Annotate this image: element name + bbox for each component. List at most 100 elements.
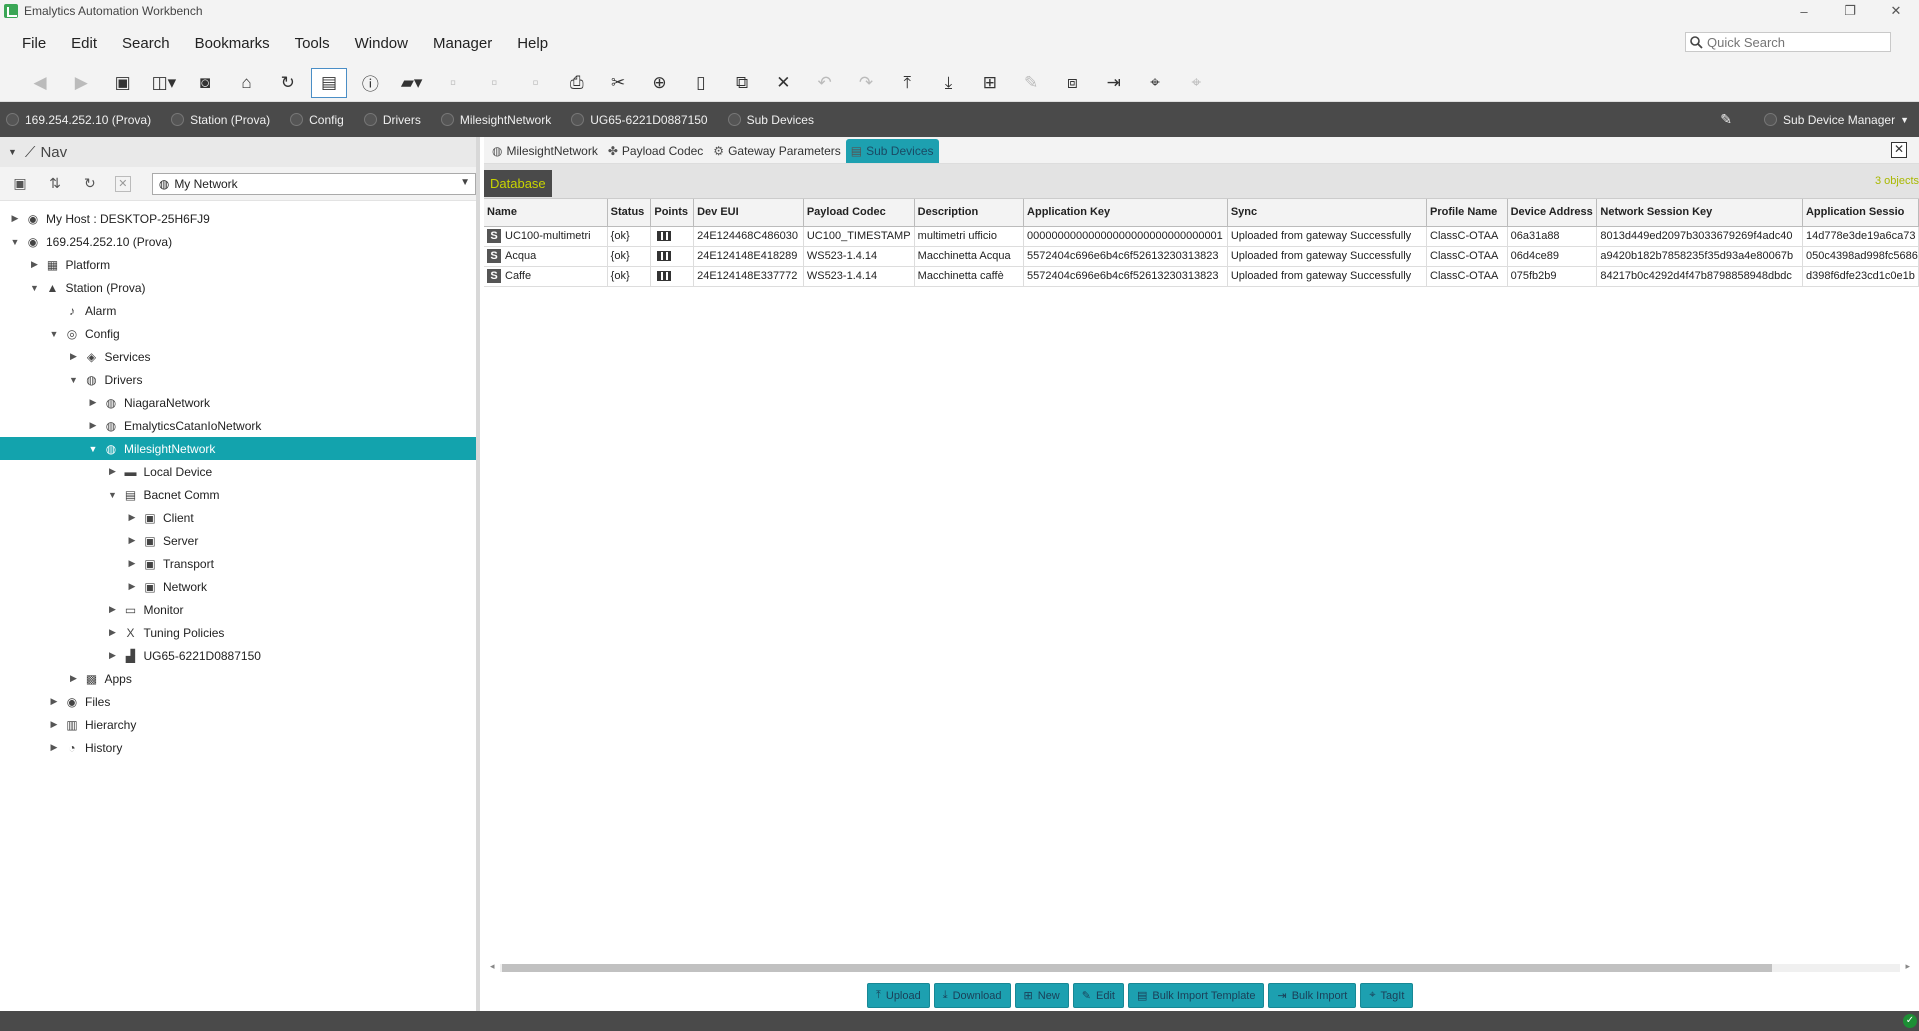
tree-node[interactable]: ▶ ▥ Hierarchy <box>0 713 476 736</box>
tree-node[interactable]: ▼ ◍ Drivers <box>0 368 476 391</box>
tree-node[interactable]: ▶ ◉ My Host : DESKTOP-25H6FJ9 <box>0 207 476 230</box>
scroll-left-icon[interactable]: ◂ <box>490 961 495 972</box>
upload-icon[interactable]: ⤒ <box>889 68 925 98</box>
duplicate-icon[interactable]: ⧉ <box>724 68 760 98</box>
table-row[interactable]: S Acqua {ok} 24E124148E418289 WS523-1.4.14 Ma… <box>484 246 1919 267</box>
tab-payload-codec[interactable]: ✤ Payload Codec <box>603 139 708 163</box>
tree-node[interactable]: ▼ ▲ Station (Prova) <box>0 276 476 299</box>
expand-triangle-closed-icon[interactable]: ▶ <box>106 650 120 661</box>
tree-node[interactable]: ▼ ▤ Bacnet Comm <box>0 483 476 506</box>
menu-bookmarks[interactable]: Bookmarks <box>195 35 270 52</box>
refresh-tree-icon[interactable]: ↻ <box>80 174 100 194</box>
back-icon[interactable]: ◀ <box>22 68 58 98</box>
redo-icon[interactable]: ↷ <box>848 68 884 98</box>
quick-search-input[interactable] <box>1707 34 1887 50</box>
col-description[interactable]: Description <box>914 199 1025 227</box>
save-all-icon[interactable]: ▫ <box>476 68 512 98</box>
tree-node[interactable]: ▶ ▟ UG65-6221D0887150 <box>0 644 476 667</box>
upload-button[interactable]: ⤒ Upload <box>867 983 930 1008</box>
menu-file[interactable]: File <box>22 35 46 52</box>
expand-triangle-open-icon[interactable]: ▼ <box>28 283 42 293</box>
tree-node[interactable]: ▶ ▣ Network <box>0 575 476 598</box>
home-icon[interactable]: ⌂ <box>228 68 264 98</box>
expand-triangle-closed-icon[interactable]: ▶ <box>86 397 100 408</box>
nav-root-select[interactable]: ◍ My Network ▼ <box>151 172 477 195</box>
tree-node[interactable]: ▶ ◔ History <box>0 736 476 759</box>
tree-node[interactable]: ▶ ▬ Local Device <box>0 460 476 483</box>
menu-edit[interactable]: Edit <box>71 35 97 52</box>
menu-manager[interactable]: Manager <box>433 35 492 52</box>
tree-node[interactable]: ▶ ◍ EmalyticsCatanIoNetwork <box>0 414 476 437</box>
save-icon[interactable]: ▫ <box>435 68 471 98</box>
crumb-sub-devices[interactable]: Sub Devices <box>727 113 814 127</box>
close-nav-icon[interactable]: ✕ <box>114 175 131 192</box>
expand-triangle-closed-icon[interactable]: ▶ <box>47 696 61 707</box>
tagit-button[interactable]: ⌖ TagIt <box>1360 983 1414 1008</box>
paste-icon[interactable]: ▯ <box>683 68 719 98</box>
table-row[interactable]: S Caffe {ok} 24E124148E337772 WS523-1.4.14 Ma… <box>484 266 1919 287</box>
horizontal-scrollbar[interactable]: ◂ ▸ <box>490 961 1910 974</box>
tree-node[interactable]: ▶ ▦ Platform <box>0 253 476 276</box>
expand-triangle-closed-icon[interactable]: ▶ <box>28 259 42 270</box>
col-sync[interactable]: Sync <box>1227 199 1428 227</box>
expand-triangle-open-icon[interactable]: ▼ <box>8 237 22 247</box>
tab-milesight-network[interactable]: ◍ MilesightNetwork <box>487 139 603 163</box>
console-icon[interactable]: ◙ <box>187 68 223 98</box>
menu-help[interactable]: Help <box>517 35 548 52</box>
points-folder-icon[interactable] <box>657 231 672 242</box>
bulk-import-button[interactable]: ⇥ Bulk Import <box>1268 983 1357 1008</box>
download-button[interactable]: ⤓ Download <box>933 983 1011 1008</box>
export-icon[interactable]: ⎙ <box>559 68 595 98</box>
scroll-thumb[interactable] <box>502 964 1772 972</box>
col-device-address[interactable]: Device Address <box>1507 199 1598 227</box>
tab-sub-devices[interactable]: ▤ Sub Devices <box>845 139 939 163</box>
menu-window[interactable]: Window <box>355 35 408 52</box>
col-name[interactable]: Name <box>484 199 608 227</box>
collapse-icon[interactable]: ▼ <box>8 147 17 157</box>
pencil-icon[interactable]: ✎ <box>1720 111 1732 128</box>
login-icon[interactable]: ⇥ <box>1096 68 1132 98</box>
tree-node[interactable]: ▶ ▣ Transport <box>0 552 476 575</box>
tree-node[interactable]: ▼ ◍ MilesightNetwork <box>0 437 476 460</box>
expand-triangle-closed-icon[interactable]: ▶ <box>125 581 139 592</box>
tag-manager-icon[interactable]: ⌖ <box>1178 68 1214 98</box>
col-application-session-key[interactable]: Application Sessio <box>1802 199 1919 227</box>
expand-triangle-closed-icon[interactable]: ▶ <box>106 466 120 477</box>
expand-triangle-closed-icon[interactable]: ▶ <box>47 742 61 753</box>
tree-node[interactable]: ▶ ▣ Server <box>0 529 476 552</box>
cut-icon[interactable]: ✂ <box>600 68 636 98</box>
new-button[interactable]: ⊞ New <box>1014 983 1069 1008</box>
col-payload-codec[interactable]: Payload Codec <box>803 199 915 227</box>
quick-search-box[interactable] <box>1685 32 1891 52</box>
tree-node[interactable]: ▶ ◈ Services <box>0 345 476 368</box>
crumb-milesight-network[interactable]: MilesightNetwork <box>440 113 551 127</box>
col-network-session-key[interactable]: Network Session Key <box>1596 199 1803 227</box>
expand-triangle-closed-icon[interactable]: ▶ <box>67 351 81 362</box>
refresh-icon[interactable]: ↻ <box>270 68 306 98</box>
new-tab-icon[interactable]: ▣ <box>10 174 30 194</box>
crumb-drivers[interactable]: Drivers <box>363 113 421 127</box>
tree-node[interactable]: ▼ ◎ Config <box>0 322 476 345</box>
windows-icon[interactable]: ⧈ <box>1054 68 1090 98</box>
edit-button[interactable]: ✎ Edit <box>1072 983 1124 1008</box>
crumb-config[interactable]: Config <box>290 113 344 127</box>
view-selector[interactable]: ✎ Sub Device Manager ▼ <box>1720 102 1909 137</box>
expand-triangle-closed-icon[interactable]: ▶ <box>47 719 61 730</box>
expand-triangle-closed-icon[interactable]: ▶ <box>106 627 120 638</box>
bulk-import-template-button[interactable]: ▤ Bulk Import Template <box>1127 983 1265 1008</box>
tree-node[interactable]: ▶ X Tuning Policies <box>0 621 476 644</box>
col-application-key[interactable]: Application Key <box>1023 199 1228 227</box>
side-bars-icon[interactable]: ◫▾ <box>146 68 182 98</box>
info-icon[interactable]: ⓘ <box>352 68 388 98</box>
menu-tools[interactable]: Tools <box>295 35 330 52</box>
close-window-button[interactable]: ✕ <box>1873 0 1919 22</box>
expand-triangle-open-icon[interactable]: ▼ <box>106 490 120 500</box>
download-icon[interactable]: ⤓ <box>931 68 967 98</box>
menu-search[interactable]: Search <box>122 35 170 52</box>
expand-triangle-open-icon[interactable]: ▼ <box>86 444 100 454</box>
col-status[interactable]: Status <box>607 199 652 227</box>
col-profile-name[interactable]: Profile Name <box>1426 199 1508 227</box>
expand-triangle-closed-icon[interactable]: ▶ <box>125 512 139 523</box>
expand-triangle-closed-icon[interactable]: ▶ <box>125 535 139 546</box>
tag-icon[interactable]: ⌖ <box>1137 68 1173 98</box>
